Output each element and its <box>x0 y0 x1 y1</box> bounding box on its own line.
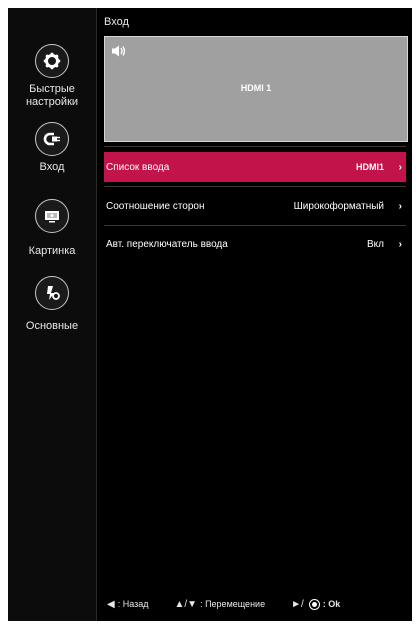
sidebar-item-quick-settings[interactable]: Быстрые настройки <box>8 44 96 109</box>
row-value: Вкл <box>367 238 384 250</box>
hint-move-label: : Перемещение <box>200 599 266 609</box>
tools-icon <box>35 276 69 310</box>
input-preview: HDMI 1 <box>104 36 408 142</box>
page-title: Вход <box>104 16 129 28</box>
gear-icon <box>35 44 69 78</box>
sidebar-item-label: Быстрые настройки <box>25 83 79 108</box>
menu-row-input-list[interactable]: Список ввода HDMI1 › <box>104 152 406 182</box>
picture-icon <box>35 199 69 233</box>
up-down-arrow-icon: ▲/▼ <box>174 598 198 610</box>
hint-back-label: : Назад <box>117 599 149 609</box>
menu-row-aspect-ratio[interactable]: Соотношение сторон Широкоформатный › <box>104 191 406 221</box>
sidebar-item-label: Картинка <box>28 245 76 257</box>
left-arrow-icon: ◀ <box>107 598 115 610</box>
row-label: Авт. переключатель ввода <box>106 238 228 250</box>
row-label: Список ввода <box>106 161 170 173</box>
sidebar-item-picture[interactable]: Картинка <box>8 199 96 258</box>
chevron-right-icon: › <box>398 238 402 250</box>
main-panel: Вход HDMI 1 Список ввода HDMI1 › Соотнош… <box>97 8 412 621</box>
right-arrow-icon: ►/ <box>291 598 304 610</box>
key-hints: ◀ : Назад ▲/▼ : Перемещение ►/ : Ok <box>107 596 407 612</box>
divider <box>104 225 406 226</box>
hint-ok: ►/ : Ok <box>291 598 341 610</box>
row-value: HDMI1 <box>355 162 384 172</box>
osd-window: Быстрые настройки Вход Картинка Основные… <box>8 8 412 621</box>
input-icon <box>35 122 69 156</box>
row-value: Широкоформатный <box>293 200 384 212</box>
menu-row-auto-input-switch[interactable]: Авт. переключатель ввода Вкл › <box>104 229 406 259</box>
speaker-icon <box>112 44 128 62</box>
chevron-right-icon: › <box>398 161 402 173</box>
sidebar-item-general[interactable]: Основные <box>8 276 96 333</box>
ok-button-icon <box>308 598 320 610</box>
divider <box>104 146 406 147</box>
chevron-right-icon: › <box>398 200 402 212</box>
preview-source-label: HDMI 1 <box>240 83 272 93</box>
sidebar: Быстрые настройки Вход Картинка Основные <box>8 8 96 621</box>
hint-back: ◀ : Назад <box>107 599 149 610</box>
sidebar-item-label: Основные <box>25 320 79 332</box>
hint-ok-label: : Ok <box>322 599 341 609</box>
hint-move: ▲/▼ : Перемещение <box>175 599 266 610</box>
sidebar-item-label: Вход <box>39 161 65 173</box>
row-label: Соотношение сторон <box>106 200 205 212</box>
divider <box>104 186 406 187</box>
sidebar-item-input[interactable]: Вход <box>8 122 96 174</box>
